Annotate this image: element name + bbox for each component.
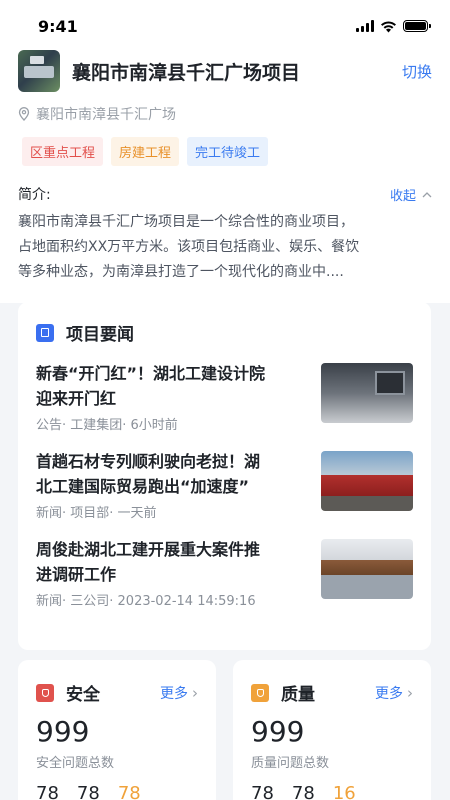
quality-card: 质量 更多 › 999 质量问题总数 78 78 16 <box>233 660 431 800</box>
news-card-header: 项目要闻 <box>36 320 413 345</box>
news-icon <box>36 323 54 342</box>
more-label: 更多 <box>160 685 188 702</box>
status-bar: 9:41 <box>0 0 450 52</box>
status-time: 9:41 <box>38 16 78 36</box>
news-item[interactable]: 首趟石材专列顺利驶向老挝！湖 北工建国际贸易跑出“加速度” 新闻· 项目部· 一… <box>36 449 413 521</box>
cellular-signal-icon <box>356 20 374 32</box>
quality-total-label: 质量问题总数 <box>251 756 330 771</box>
intro-line: 占地面积约XX万平方米。该项目包括商业、娱乐、餐饮 <box>18 239 360 255</box>
news-item[interactable]: 周俊赴湖北工建开展重大案件推 进调研工作 新闻· 三公司· 2023-02-14… <box>36 537 413 609</box>
quality-count: 16 <box>332 783 356 800</box>
news-card-title: 项目要闻 <box>66 325 134 345</box>
collapse-intro-button[interactable]: 收起 <box>390 185 432 204</box>
intro-line: 等多种业态，为南漳县打造了一个现代化的商业中.... <box>18 264 344 280</box>
intro-label: 简介: <box>18 187 51 203</box>
news-item-meta: 新闻· 项目部· 一天前 <box>36 506 157 521</box>
news-item-image <box>321 363 413 423</box>
news-title-line: 首趟石材专列顺利驶向老挝！湖 <box>36 452 261 471</box>
intro-header: 简介: 收起 <box>0 184 450 204</box>
news-item-meta: 新闻· 三公司· 2023-02-14 14:59:16 <box>36 594 256 609</box>
project-title-row: 襄阳市南漳县千汇广场项目 切换 <box>0 50 450 92</box>
tag-key-project: 区重点工程 <box>22 137 104 166</box>
quality-count: 78 <box>291 783 315 800</box>
chevron-right-icon: › <box>407 683 413 702</box>
safety-count: 78 <box>76 783 100 800</box>
project-address: 襄阳市南漳县千汇广场 <box>36 107 176 123</box>
collapse-label: 收起 <box>389 188 416 204</box>
news-item-title: 周俊赴湖北工建开展重大案件推 进调研工作 <box>36 537 306 587</box>
safety-card: 安全 更多 › 999 安全问题总数 78 78 78 <box>18 660 216 800</box>
more-label: 更多 <box>375 685 403 702</box>
news-item-text: 新春“开门红”！湖北工建设计院 迎来开门红 公告· 工建集团· 6小时前 <box>36 361 306 433</box>
safety-title: 安全 <box>66 685 100 705</box>
tag-building-project: 房建工程 <box>111 137 180 166</box>
project-address-row: 襄阳市南漳县千汇广场 <box>0 104 450 124</box>
project-tags: 区重点工程 房建工程 完工待竣工 <box>0 137 450 166</box>
news-title-line: 北工建国际贸易跑出“加速度” <box>36 477 250 496</box>
switch-project-button[interactable]: 切换 <box>402 61 432 82</box>
chevron-up-icon <box>422 191 432 197</box>
safety-count: 78 <box>117 783 141 800</box>
news-title-line: 周俊赴湖北工建开展重大案件推 <box>36 540 261 559</box>
intro-line: 襄阳市南漳县千汇广场项目是一个综合性的商业项目， <box>18 214 354 230</box>
location-pin-icon <box>18 107 30 121</box>
news-item[interactable]: 新春“开门红”！湖北工建设计院 迎来开门红 公告· 工建集团· 6小时前 <box>36 361 413 433</box>
news-item-meta: 公告· 工建集团· 6小时前 <box>36 418 178 433</box>
quality-total: 999 <box>251 715 305 748</box>
status-icons <box>356 20 431 33</box>
safety-total-label: 安全问题总数 <box>36 756 115 771</box>
safety-count: 78 <box>36 783 59 800</box>
safety-total: 999 <box>36 715 90 748</box>
project-thumbnail <box>18 50 60 92</box>
tag-completion-status: 完工待竣工 <box>187 137 269 166</box>
news-item-image <box>321 451 413 511</box>
quality-title: 质量 <box>281 685 315 705</box>
chevron-right-icon: › <box>192 683 198 702</box>
news-item-image <box>321 539 413 599</box>
news-item-text: 首趟石材专列顺利驶向老挝！湖 北工建国际贸易跑出“加速度” 新闻· 项目部· 一… <box>36 449 306 521</box>
project-header-section: 9:41 襄阳市南漳县千汇广场项目 切换 襄阳市南漳县千汇广场 区重点工程 房建… <box>0 0 450 303</box>
safety-breakdown: 78 78 78 <box>36 783 198 800</box>
news-title-line: 新春“开门红”！湖北工建设计院 <box>36 364 266 383</box>
quality-count: 78 <box>251 783 274 800</box>
quality-more-button[interactable]: 更多 › <box>375 683 413 703</box>
quality-icon <box>251 683 269 702</box>
safety-card-header: 安全 更多 › <box>36 680 198 705</box>
quality-breakdown: 78 78 16 <box>251 783 413 800</box>
safety-more-button[interactable]: 更多 › <box>160 683 198 703</box>
news-title-line: 进调研工作 <box>36 565 117 584</box>
news-item-title: 新春“开门红”！湖北工建设计院 迎来开门红 <box>36 361 306 411</box>
project-title: 襄阳市南漳县千汇广场项目 <box>72 61 301 84</box>
quality-card-header: 质量 更多 › <box>251 680 413 705</box>
project-news-card: 项目要闻 新春“开门红”！湖北工建设计院 迎来开门红 公告· 工建集团· 6小时… <box>18 302 431 650</box>
news-title-line: 迎来开门红 <box>36 389 117 408</box>
wifi-icon <box>381 20 396 32</box>
intro-text: 襄阳市南漳县千汇广场项目是一个综合性的商业项目， 占地面积约XX万平方米。该项目… <box>0 210 450 285</box>
battery-icon <box>403 20 431 32</box>
safety-icon <box>36 683 54 702</box>
news-item-text: 周俊赴湖北工建开展重大案件推 进调研工作 新闻· 三公司· 2023-02-14… <box>36 537 306 609</box>
news-item-title: 首趟石材专列顺利驶向老挝！湖 北工建国际贸易跑出“加速度” <box>36 449 306 499</box>
